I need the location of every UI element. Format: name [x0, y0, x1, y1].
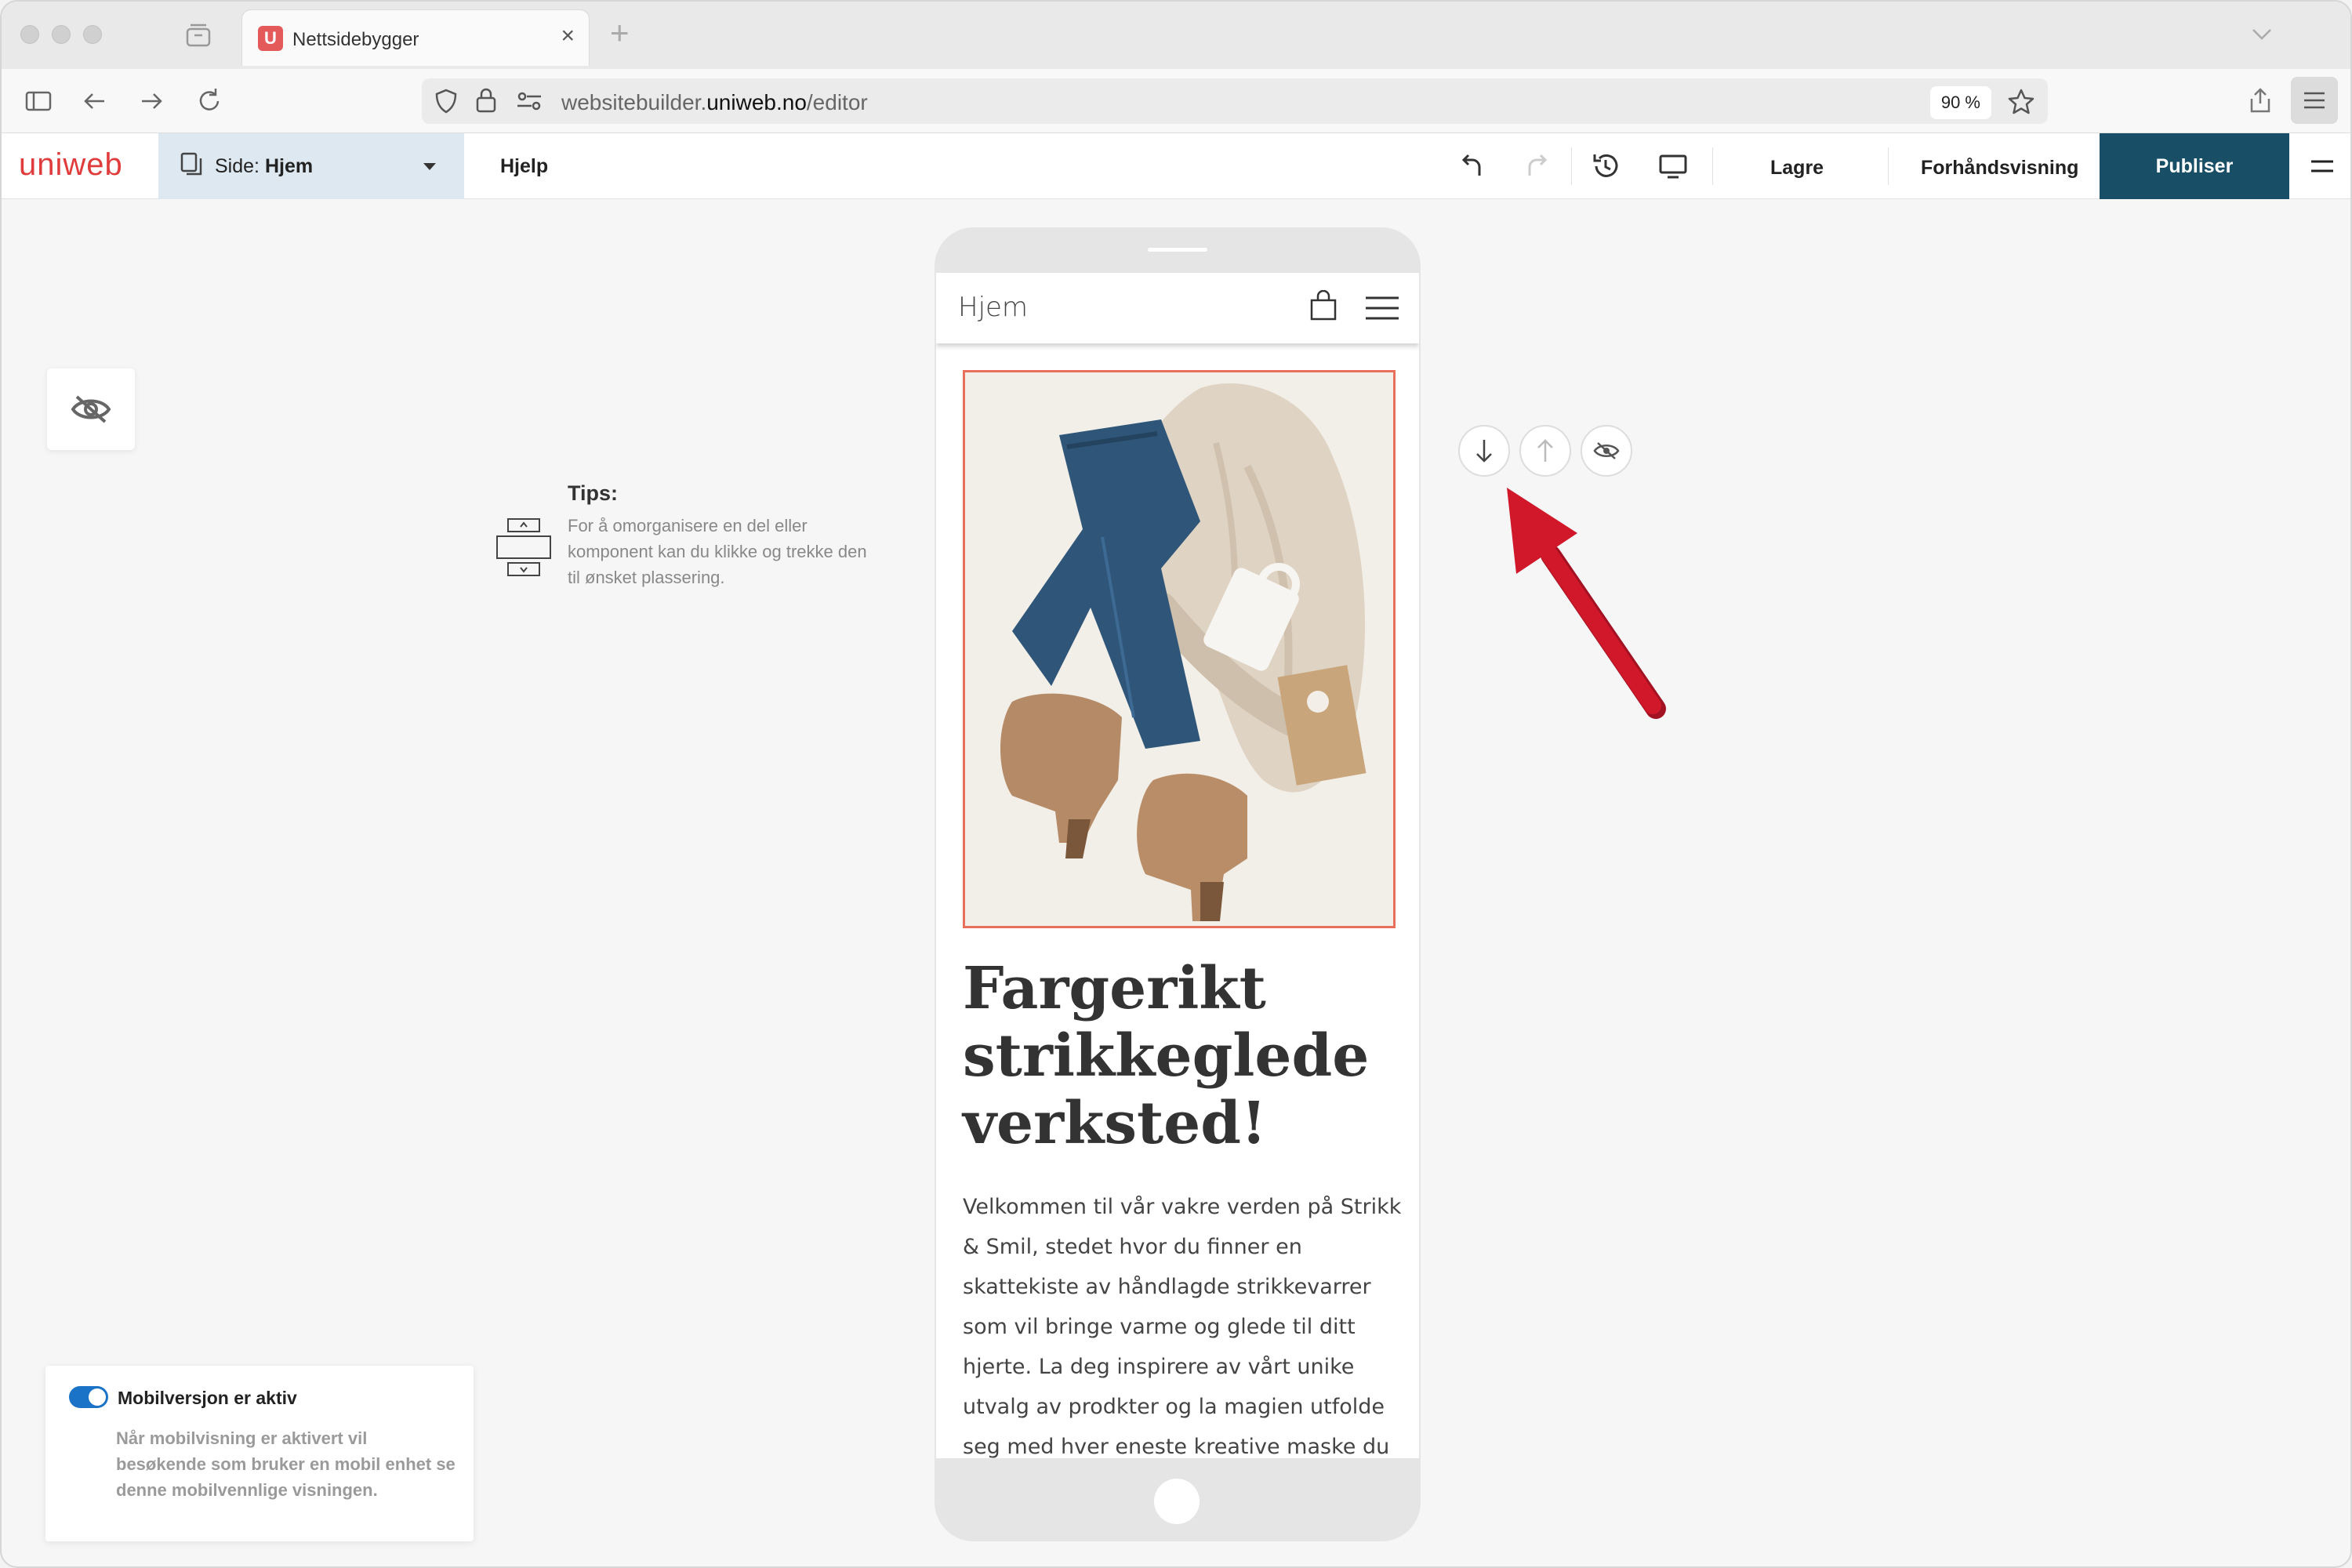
tab-favicon: U — [258, 26, 283, 51]
phone-home-button — [1154, 1479, 1200, 1524]
redo-icon[interactable] — [1523, 151, 1554, 182]
share-icon[interactable] — [2245, 86, 2275, 116]
toolbar-divider — [1712, 147, 1713, 185]
uniweb-logo[interactable]: uniweb — [19, 147, 123, 183]
chevron-down-icon[interactable] — [2249, 20, 2275, 47]
mobile-site-title: Hjem — [958, 292, 1029, 323]
editor-toolbar: uniweb Side: Hjem Hjelp Lagre Forhåndsvi… — [2, 133, 2350, 199]
toolbar-divider — [1888, 147, 1889, 185]
publish-button[interactable]: Publiser — [2100, 133, 2289, 199]
mobile-menu-icon[interactable] — [1364, 295, 1400, 321]
hero-body-text[interactable]: Velkommen til vår vakre verden på Strikk… — [963, 1187, 1402, 1458]
tips-title: Tips: — [568, 481, 619, 505]
url-path: /editor — [806, 90, 868, 114]
help-link[interactable]: Hjelp — [500, 155, 548, 178]
tab-bar: U Nettsidebygger × + — [2, 2, 2350, 69]
mobile-screen: Hjem Fargerikt strikkeglede verksted! Ve… — [936, 273, 1419, 1458]
url-text[interactable]: websitebuilder.uniweb.no/editor — [561, 90, 868, 115]
desktop-view-icon[interactable] — [1657, 151, 1689, 182]
mobile-site-header[interactable]: Hjem — [936, 273, 1419, 343]
shield-icon[interactable] — [433, 88, 459, 114]
mobile-version-toggle[interactable] — [69, 1386, 108, 1408]
url-prefix: websitebuilder. — [561, 90, 707, 114]
preview-button[interactable]: Forhåndsvisning — [1921, 157, 2078, 180]
hero-heading[interactable]: Fargerikt strikkeglede verksted! — [963, 955, 1402, 1157]
tips-text: For å omorganisere en del eller komponen… — [568, 516, 867, 587]
lock-icon[interactable] — [474, 86, 499, 114]
bookmark-star-icon[interactable] — [2007, 88, 2035, 116]
hidden-elements-button[interactable] — [47, 368, 135, 450]
mobile-version-panel: Mobilversjon er aktiv Når mobilvisning e… — [45, 1366, 474, 1541]
eye-slash-icon — [1593, 442, 1620, 459]
menu-lines-icon — [2304, 92, 2325, 109]
annotation-arrow-icon — [1507, 488, 1666, 719]
mobile-version-title: Mobilversjon er aktiv — [118, 1388, 297, 1408]
arrow-up-icon — [1537, 439, 1553, 462]
move-down-button[interactable] — [1458, 425, 1510, 477]
new-tab-icon[interactable]: + — [610, 16, 630, 49]
address-bar[interactable]: websitebuilder.uniweb.no/editor 90 % — [422, 78, 2048, 124]
page-name: Hjem — [264, 155, 314, 177]
caret-down-icon — [423, 163, 436, 170]
tab-title: Nettsidebygger — [292, 29, 419, 50]
page-prefix: Side: — [215, 155, 265, 177]
page-selector-label: Side: Hjem — [215, 155, 313, 178]
undo-icon[interactable] — [1455, 151, 1486, 182]
reorder-icon — [496, 518, 551, 576]
mobile-preview-frame: Hjem Fargerikt strikkeglede verksted! Ve… — [935, 227, 1421, 1541]
toolbar-divider — [1571, 147, 1572, 185]
reload-icon[interactable] — [194, 86, 224, 116]
minimize-window-button[interactable] — [52, 25, 71, 44]
history-icon[interactable] — [1590, 151, 1621, 182]
phone-speaker — [1148, 248, 1207, 252]
browser-tab[interactable]: U Nettsidebygger × — [241, 9, 590, 66]
url-domain: uniweb.no — [706, 90, 807, 114]
save-button[interactable]: Lagre — [1770, 157, 1824, 180]
close-window-button[interactable] — [20, 25, 39, 44]
move-up-button[interactable] — [1519, 425, 1571, 477]
zoom-level[interactable]: 90 % — [1929, 86, 1991, 119]
arrow-down-icon — [1476, 440, 1492, 463]
tab-overview-icon[interactable] — [185, 22, 212, 49]
close-tab-icon[interactable]: × — [561, 24, 575, 48]
sidebar-toggle-icon[interactable] — [24, 86, 53, 116]
shopping-bag-icon[interactable] — [1309, 290, 1338, 321]
browser-window: U Nettsidebygger × + websitebuilder.uniw… — [0, 0, 2352, 1568]
mobile-version-text: Når mobilvisning er aktivert vil besøken… — [116, 1428, 456, 1500]
page-selector[interactable]: Side: Hjem — [158, 133, 464, 199]
clothing-flatlay-illustration — [965, 372, 1393, 926]
hamburger-menu-icon[interactable] — [2310, 157, 2335, 176]
site-settings-icon[interactable] — [516, 89, 543, 113]
eye-slash-icon — [71, 395, 111, 423]
forward-arrow-icon[interactable] — [136, 86, 166, 116]
navigation-bar: websitebuilder.uniweb.no/editor 90 % — [2, 69, 2350, 133]
hide-section-button[interactable] — [1581, 425, 1632, 477]
pages-icon — [180, 152, 202, 176]
zoom-window-button[interactable] — [83, 25, 102, 44]
back-arrow-icon[interactable] — [80, 86, 110, 116]
hero-image[interactable] — [963, 370, 1396, 928]
extensions-menu-button[interactable] — [2291, 77, 2338, 124]
